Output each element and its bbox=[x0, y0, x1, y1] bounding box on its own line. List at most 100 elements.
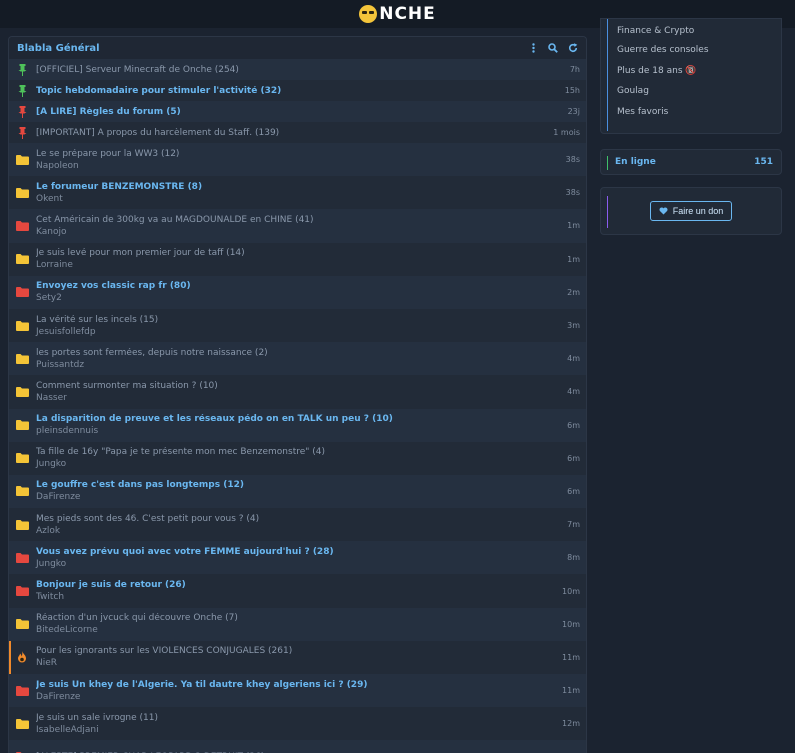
topic-row[interactable]: Vous avez prévu quoi avec votre FEMME au… bbox=[9, 541, 586, 575]
sidebar-item-finance[interactable]: Finance & Crypto bbox=[617, 26, 781, 40]
topic-row[interactable]: Le forumeur BENZEMONSTRE (8) Okent 38s bbox=[9, 176, 586, 210]
folder-yellow-icon bbox=[15, 186, 29, 200]
topic-title[interactable]: Bonjour je suis de retour (26) bbox=[36, 580, 540, 590]
topic-title[interactable]: Topic hebdomadaire pour stimuler l'activ… bbox=[36, 86, 540, 96]
pin-green-icon bbox=[15, 63, 29, 77]
topic-row[interactable]: Comment surmonter ma situation ? (10) Nas… bbox=[9, 375, 586, 409]
topic-row[interactable]: [À LIRE] Règles du forum (5) 23j bbox=[9, 101, 586, 122]
topic-author[interactable]: Puissantdz bbox=[36, 360, 540, 370]
topic-author[interactable]: DaFirenze bbox=[36, 492, 540, 502]
topic-row[interactable]: les portes sont fermées, depuis notre na… bbox=[9, 342, 586, 376]
topic-title[interactable]: Réaction d'un jvcuck qui découvre Onche … bbox=[36, 613, 540, 623]
topic-title[interactable]: Envoyez vos classic rap fr (80) bbox=[36, 281, 540, 291]
topic-row[interactable]: Bonjour je suis de retour (26) Twitch 10m bbox=[9, 574, 586, 608]
topic-title[interactable]: Comment surmonter ma situation ? (10) bbox=[36, 381, 540, 391]
folder-yellow-icon bbox=[15, 418, 29, 432]
donate-button[interactable]: Faire un don bbox=[649, 201, 733, 221]
sidebar-menu: Finance & Crypto Guerre des consoles Plu… bbox=[600, 18, 782, 134]
topic-author[interactable]: Okent bbox=[36, 194, 540, 204]
topic-title[interactable]: Ta fille de 16y "Papa je te présente mon… bbox=[36, 447, 540, 457]
topic-author[interactable]: Sety2 bbox=[36, 293, 540, 303]
topic-title[interactable]: La vérité sur les incels (15) bbox=[36, 315, 540, 325]
topic-title[interactable]: Je suis un sale ivrogne (11) bbox=[36, 713, 540, 723]
topic-time: 38s bbox=[565, 188, 580, 198]
topic-time: 7m bbox=[567, 520, 580, 530]
folder-yellow-icon bbox=[15, 518, 29, 532]
topic-time: 15h bbox=[564, 86, 580, 95]
topic-author[interactable]: BitedeLicorne bbox=[36, 625, 540, 635]
topic-title[interactable]: Cet Américain de 300kg va au MAGDOUNALDE… bbox=[36, 215, 540, 225]
forum-header: Blabla Général bbox=[9, 37, 586, 59]
topic-title[interactable]: Je suis Un khey de l'Algerie. Ya til dau… bbox=[36, 680, 540, 690]
topic-row[interactable]: La vérité sur les incels (15) Jesuisfolle… bbox=[9, 308, 586, 343]
topic-author[interactable]: Nasser bbox=[36, 393, 540, 403]
topic-author[interactable]: Lorraine bbox=[36, 260, 540, 270]
forum-title[interactable]: Blabla Général bbox=[17, 43, 100, 54]
topic-author[interactable]: Twitch bbox=[36, 592, 540, 602]
logo-text: NCHE bbox=[379, 4, 436, 24]
folder-red-icon bbox=[15, 551, 29, 565]
sidebar-item-consoles[interactable]: Guerre des consoles bbox=[617, 40, 781, 61]
topic-author[interactable]: DaFirenze bbox=[36, 692, 540, 702]
topic-title[interactable]: Pour les ignorants sur les VIOLENCES CON… bbox=[36, 646, 540, 656]
topic-title[interactable]: [IMPORTANT] À propos du harcèlement du S… bbox=[36, 128, 540, 138]
donate-panel: Faire un don bbox=[600, 187, 782, 235]
folder-yellow-icon bbox=[15, 717, 29, 731]
topic-time: 1 mois bbox=[553, 128, 580, 137]
sidebar-item-goulag[interactable]: Goulag bbox=[617, 81, 781, 102]
topic-author[interactable]: NieR bbox=[36, 658, 540, 668]
topic-title[interactable]: [À LIRE] Règles du forum (5) bbox=[36, 107, 540, 117]
topic-title[interactable]: les portes sont fermées, depuis notre na… bbox=[36, 348, 540, 358]
topic-author[interactable]: Azlok bbox=[36, 526, 540, 536]
topic-author[interactable]: Kanojo bbox=[36, 227, 540, 237]
topic-title[interactable]: Le se prépare pour la WW3 (12) bbox=[36, 149, 540, 159]
topic-row[interactable]: [IMPORTANT] À propos du harcèlement du S… bbox=[9, 122, 586, 143]
topic-row[interactable]: Ta fille de 16y "Papa je te présente mon… bbox=[9, 441, 586, 475]
sidebar-item-favorites[interactable]: Mes favoris bbox=[617, 102, 781, 123]
topic-row[interactable]: [OFFICIEL] Serveur Minecraft de Onche (2… bbox=[9, 59, 586, 80]
topic-author[interactable]: Jungko bbox=[36, 459, 540, 469]
topic-author[interactable]: Jesuisfollefdp bbox=[36, 327, 540, 337]
donate-accent-bar bbox=[607, 196, 608, 228]
topic-row[interactable]: Envoyez vos classic rap fr (80) Sety2 2m bbox=[9, 275, 586, 309]
folder-yellow-icon bbox=[15, 451, 29, 465]
topic-row[interactable]: Je suis Un khey de l'Algerie. Ya til dau… bbox=[9, 674, 586, 708]
topic-title[interactable]: [OFFICIEL] Serveur Minecraft de Onche (2… bbox=[36, 65, 540, 75]
search-icon[interactable] bbox=[548, 43, 558, 53]
topic-title[interactable]: Mes pieds sont des 46. C'est petit pour … bbox=[36, 514, 540, 524]
topic-row[interactable]: [ALERTE] PREMIER CHAR LÉOPARD 2 DÉTRUIT … bbox=[9, 740, 586, 753]
more-vertical-icon[interactable] bbox=[528, 43, 538, 53]
topic-row[interactable]: Le gouffre c'est dans pas longtemps (12)… bbox=[9, 474, 586, 509]
topic-author[interactable]: Jungko bbox=[36, 559, 540, 569]
topic-author[interactable]: Napoleon bbox=[36, 161, 540, 171]
site-logo[interactable]: NCHE bbox=[359, 4, 436, 24]
topic-row[interactable]: Topic hebdomadaire pour stimuler l'activ… bbox=[9, 80, 586, 101]
topic-time: 1m bbox=[567, 221, 580, 231]
topic-title[interactable]: Le forumeur BENZEMONSTRE (8) bbox=[36, 182, 540, 192]
folder-yellow-icon bbox=[15, 617, 29, 631]
topic-time: 6m bbox=[567, 486, 580, 496]
topic-title[interactable]: Je suis levé pour mon premier jour de ta… bbox=[36, 248, 540, 258]
topic-row[interactable]: Pour les ignorants sur les VIOLENCES CON… bbox=[9, 640, 586, 674]
refresh-icon[interactable] bbox=[568, 43, 578, 53]
topic-row[interactable]: Mes pieds sont des 46. C'est petit pour … bbox=[9, 508, 586, 542]
topic-author[interactable]: IsabelleAdjani bbox=[36, 725, 540, 735]
topic-row[interactable]: Je suis un sale ivrogne (11) IsabelleAdja… bbox=[9, 707, 586, 741]
topic-title[interactable]: Le gouffre c'est dans pas longtemps (12) bbox=[36, 480, 540, 490]
topic-row[interactable]: La disparition de preuve et les réseaux … bbox=[9, 408, 586, 442]
sidebar-item-18plus[interactable]: Plus de 18 ans 🔞 bbox=[617, 61, 781, 82]
folder-red-icon bbox=[15, 684, 29, 698]
folder-yellow-icon bbox=[15, 153, 29, 167]
topic-author[interactable]: pleinsdennuis bbox=[36, 426, 540, 436]
topic-time: 12m bbox=[562, 719, 580, 729]
topic-row[interactable]: Cet Américain de 300kg va au MAGDOUNALDE… bbox=[9, 209, 586, 243]
topic-title[interactable]: La disparition de preuve et les réseaux … bbox=[36, 414, 540, 424]
folder-red-icon bbox=[15, 584, 29, 598]
topic-row[interactable]: Je suis levé pour mon premier jour de ta… bbox=[9, 242, 586, 276]
online-label: En ligne bbox=[615, 157, 656, 167]
topic-time: 38s bbox=[565, 155, 580, 165]
online-panel[interactable]: En ligne 151 bbox=[600, 149, 782, 175]
topic-row[interactable]: Réaction d'un jvcuck qui découvre Onche … bbox=[9, 607, 586, 641]
topic-title[interactable]: Vous avez prévu quoi avec votre FEMME au… bbox=[36, 547, 540, 557]
topic-row[interactable]: Le se prépare pour la WW3 (12) Napoleon 38… bbox=[9, 143, 586, 177]
